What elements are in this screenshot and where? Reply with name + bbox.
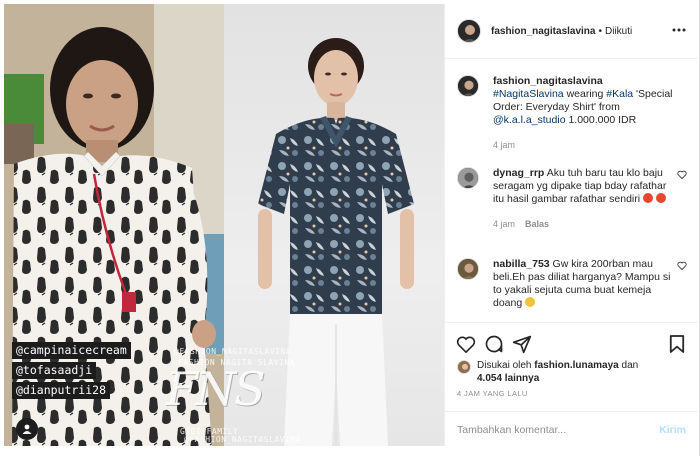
avatar[interactable] [457,360,471,374]
likes-count[interactable]: 4.054 lainnya [477,373,539,384]
comment-username[interactable]: nabilla_753 [493,258,550,270]
caption-block: fashion_nagitaslavina #NagitaSlavina wea… [457,75,687,152]
tag-label[interactable]: @campinaicecream [12,342,131,359]
user-tag-glyph [22,424,32,434]
fns-logo: FNS [166,362,266,416]
avatar-image [458,361,470,373]
user-tag-icon[interactable] [16,418,38,440]
likes-summary: Disukai oleh fashion.lunamaya dan 4.054 … [457,359,687,385]
emoji-icon [643,193,653,203]
comments-list: fashion_nagitaslavina #NagitaSlavina wea… [445,60,698,322]
comment-input[interactable] [457,423,660,436]
post-side-panel: fashion_nagitaslavina • Diikuti fashion_… [444,4,698,446]
caption-username[interactable]: fashion_nagitaslavina [493,75,603,87]
comment-username[interactable]: dynag_rrp [493,167,544,179]
watermark-handle: @FASHION_NAGITASLAVINA [174,347,291,356]
avatar-image [458,168,478,188]
hashtag-link[interactable]: #NagitaSlavina [493,88,564,100]
avatar-image [458,20,480,42]
post-actions: Disukai oleh fashion.lunamaya dan 4.054 … [445,322,698,446]
post-comment-button[interactable]: Kirim [659,424,686,436]
tag-label[interactable]: @dianputrii28 [12,382,111,399]
action-bar [455,333,688,355]
header-username[interactable]: fashion_nagitaslavina [491,26,595,37]
likes-text: Disukai oleh fashion.lunamaya dan 4.054 … [477,359,638,385]
add-comment-bar: Kirim [445,411,698,447]
mention-link[interactable]: @k.a.l.a_studio [493,114,566,126]
caption-fragment: wearing [566,88,604,100]
avatar[interactable] [457,258,479,280]
avatar-image [458,259,478,279]
likes-prefix: Disukai oleh [477,360,532,371]
instagram-post-window: @FASHION_NAGITASLAVINA FASHION NAGITA SL… [0,0,700,456]
comment-meta: 4 jam Balas [493,218,673,231]
likes-conjunction: dan [621,360,639,371]
comment-text: dynag_rrp Aku tuh baru tau klo baju sera… [493,167,673,231]
comment-heart-icon[interactable] [677,261,687,273]
photo-tags: @campinaicecream @tofasaadji @dianputrii… [12,342,131,399]
caption-time[interactable]: 4 jam [493,139,515,152]
heart-icon[interactable] [455,333,477,355]
emoji-icon [525,297,536,307]
avatar[interactable] [457,19,481,43]
post-image[interactable]: @FASHION_NAGITASLAVINA FASHION NAGITA SL… [4,4,444,446]
comment-heart-icon[interactable] [677,170,687,182]
hashtag-link[interactable]: #Kala [606,88,633,100]
more-icon[interactable] [672,24,686,35]
follow-status-button[interactable]: Diikuti [605,26,632,37]
emoji-icon [655,193,666,203]
comment-item: dynag_rrp Aku tuh baru tau klo baju sera… [457,167,687,231]
comment-item: nabilla_753 Gw kira 200rban mau beli.Eh … [457,258,687,310]
caption-text: fashion_nagitaslavina #NagitaSlavina wea… [493,75,673,152]
comment-time[interactable]: 4 jam [493,218,515,231]
avatar[interactable] [457,75,479,97]
caption-fragment: 1.000.000 IDR [568,114,637,126]
liker-username[interactable]: fashion.lunamaya [534,360,618,371]
caption-meta: 4 jam [493,139,673,152]
tag-label[interactable]: @tofasaadji [12,362,97,379]
separator-dot: • [598,25,602,37]
reply-button[interactable]: Balas [525,218,549,231]
comment-icon[interactable] [483,333,505,355]
avatar-image [458,76,478,96]
comment-text: nabilla_753 Gw kira 200rban mau beli.Eh … [493,258,673,310]
post-timestamp[interactable]: 4 JAM YANG LALU [457,389,528,398]
bookmark-icon[interactable] [666,333,688,355]
post-header: fashion_nagitaslavina • Diikuti [445,4,698,59]
watermark-handle-bottom: @FASHION_NAGITASLAVINA [184,435,301,444]
avatar[interactable] [457,167,479,189]
share-icon[interactable] [511,333,533,355]
